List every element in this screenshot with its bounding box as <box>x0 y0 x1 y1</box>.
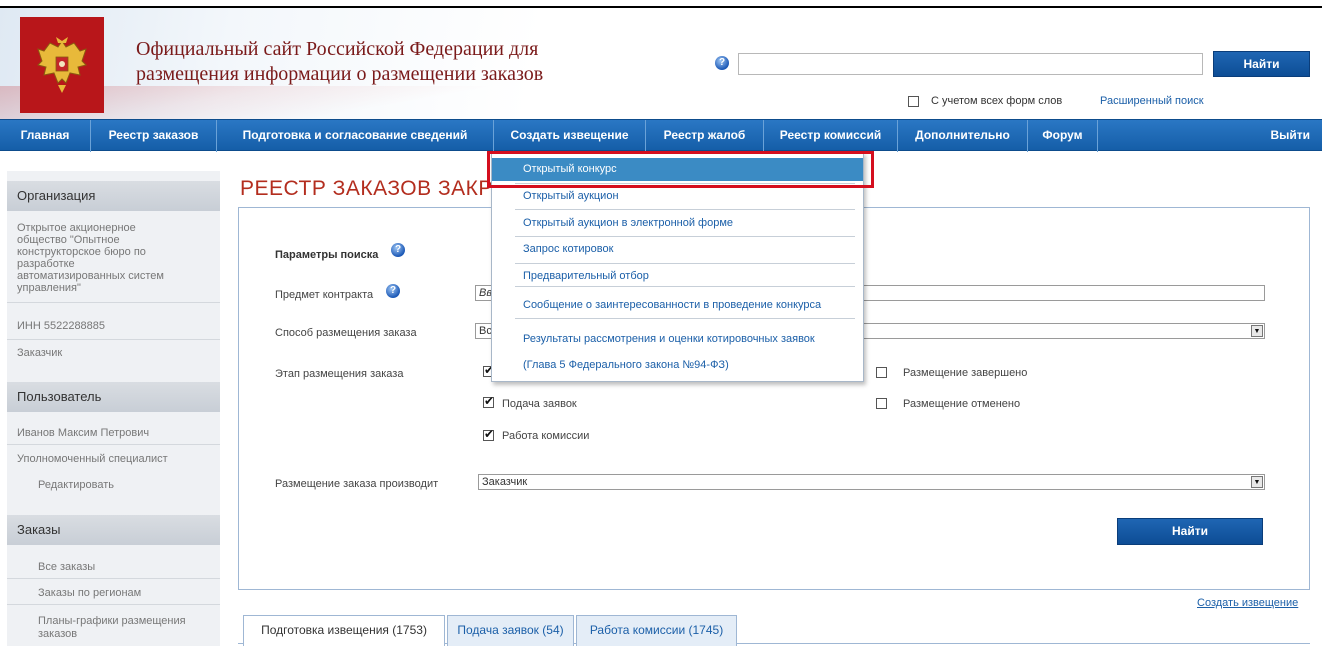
edit-profile-link[interactable]: Редактировать <box>38 479 114 491</box>
placer-label: Размещение заказа производит <box>275 478 439 490</box>
stage-checkbox-completed[interactable] <box>876 367 887 378</box>
org-role: Заказчик <box>17 347 63 359</box>
eagle-icon <box>37 37 87 93</box>
org-name-line-5: автоматизированных систем <box>17 270 164 282</box>
menu-separator <box>515 209 855 210</box>
menu-separator <box>515 263 855 264</box>
org-name-line-1: Открытое акционерное <box>17 222 136 234</box>
org-name-line-6: управления" <box>17 282 81 294</box>
org-inn: ИНН 5522288885 <box>17 320 106 332</box>
word-forms-label: С учетом всех форм слов <box>931 95 1063 107</box>
stage-submission-label: Подача заявок <box>502 398 577 410</box>
coat-of-arms-logo[interactable] <box>20 17 104 113</box>
menu-item-quotation-results[interactable]: Результаты рассмотрения и оценки котиров… <box>492 328 863 351</box>
sidebar-item-all-orders[interactable]: Все заказы <box>38 561 95 573</box>
nav-commissions-registry[interactable]: Реестр комиссий <box>764 120 898 152</box>
org-name-line-2: общество "Опытное <box>17 234 120 246</box>
search-input[interactable] <box>738 53 1203 75</box>
sidebar-heading-orders: Заказы <box>7 515 220 545</box>
menu-separator <box>515 236 855 237</box>
highlight-annotation-box <box>487 151 874 188</box>
placer-select-value: Заказчик <box>482 476 528 488</box>
stage-checkbox-submission[interactable] <box>483 394 494 408</box>
nav-additional[interactable]: Дополнительно <box>898 120 1028 152</box>
user-name: Иванов Максим Петрович <box>17 427 150 439</box>
nav-home[interactable]: Главная <box>0 120 91 152</box>
menu-item-open-auction[interactable]: Открытый аукцион <box>492 185 863 208</box>
menu-separator <box>515 286 855 287</box>
search-button[interactable]: Найти <box>1117 518 1263 545</box>
placer-select[interactable]: Заказчик ▼ <box>478 474 1265 490</box>
stage-checkbox-commission[interactable] <box>483 427 494 441</box>
org-name-line-4: разработке <box>17 258 75 270</box>
menu-item-preselection[interactable]: Предварительный отбор <box>492 265 863 288</box>
page-title: РЕЕСТР ЗАКАЗОВ ЗАКР <box>240 177 493 200</box>
tab-application-submission[interactable]: Подача заявок (54) <box>447 615 574 646</box>
stage-cancelled-label: Размещение отменено <box>903 398 1021 410</box>
site-title: Официальный сайт Российской Федерации дл… <box>136 37 543 87</box>
stage-completed-label: Размещение завершено <box>903 367 1028 379</box>
subject-label: Предмет контракта <box>275 289 374 301</box>
chevron-down-icon: ▼ <box>1251 476 1263 488</box>
menu-item-quotation-request[interactable]: Запрос котировок <box>492 238 863 261</box>
user-role: Уполномоченный специалист <box>17 453 168 465</box>
stage-commission-label: Работа комиссии <box>502 430 590 442</box>
method-select-value: Вс <box>479 325 492 337</box>
nav-complaints-registry[interactable]: Реестр жалоб <box>646 120 764 152</box>
word-forms-checkbox[interactable] <box>908 96 919 107</box>
menu-separator <box>515 318 855 319</box>
sidebar-divider <box>7 578 220 579</box>
sidebar-item-schedules[interactable]: Планы-графики размещения <box>38 615 186 627</box>
sidebar-item-schedules-line-2[interactable]: заказов <box>38 628 77 640</box>
sidebar-divider <box>7 444 220 445</box>
help-icon[interactable]: ? <box>386 284 400 298</box>
main-nav: Главная Реестр заказов Подготовка и согл… <box>0 119 1322 152</box>
logout-button[interactable]: Выйти <box>1270 120 1310 151</box>
header-search-button[interactable]: Найти <box>1213 51 1310 77</box>
tab-notice-preparation[interactable]: Подготовка извещения (1753) <box>243 615 445 646</box>
menu-item-quotation-results-note[interactable]: (Глава 5 Федерального закона №94-ФЗ) <box>492 354 863 377</box>
stage-checkbox-cancelled[interactable] <box>876 398 887 409</box>
sidebar-heading-organization: Организация <box>7 181 220 211</box>
nav-forum[interactable]: Форум <box>1028 120 1098 152</box>
sidebar-divider <box>7 339 220 340</box>
site-title-line-2: размещения информации о размещении заказ… <box>136 63 544 85</box>
menu-item-electronic-auction[interactable]: Открытый аукцион в электронной форме <box>492 212 863 235</box>
create-notice-link[interactable]: Создать извещение <box>1197 597 1298 609</box>
sidebar-heading-user: Пользователь <box>7 382 220 412</box>
search-params-label: Параметры поиска <box>275 249 379 261</box>
org-name-line-3: конструкторское бюро по <box>17 246 146 258</box>
advanced-search-link[interactable]: Расширенный поиск <box>1100 95 1204 107</box>
nav-create-notice[interactable]: Создать извещение <box>494 120 646 152</box>
sidebar-divider <box>7 302 220 303</box>
site-title-line-1: Официальный сайт Российской Федерации дл… <box>136 38 539 60</box>
help-icon[interactable]: ? <box>715 56 729 70</box>
tab-commission-work[interactable]: Работа комиссии (1745) <box>576 615 737 646</box>
sidebar-item-orders-by-region[interactable]: Заказы по регионам <box>38 587 141 599</box>
nav-orders-registry[interactable]: Реестр заказов <box>91 120 217 152</box>
sidebar-divider <box>7 604 220 605</box>
stage-label: Этап размещения заказа <box>275 368 404 380</box>
chevron-down-icon: ▼ <box>1251 325 1263 337</box>
method-label: Способ размещения заказа <box>275 327 417 339</box>
nav-preparation[interactable]: Подготовка и согласование сведений <box>217 120 494 152</box>
menu-item-interest-message[interactable]: Сообщение о заинтересованности в проведе… <box>492 294 863 317</box>
help-icon[interactable]: ? <box>391 243 405 257</box>
